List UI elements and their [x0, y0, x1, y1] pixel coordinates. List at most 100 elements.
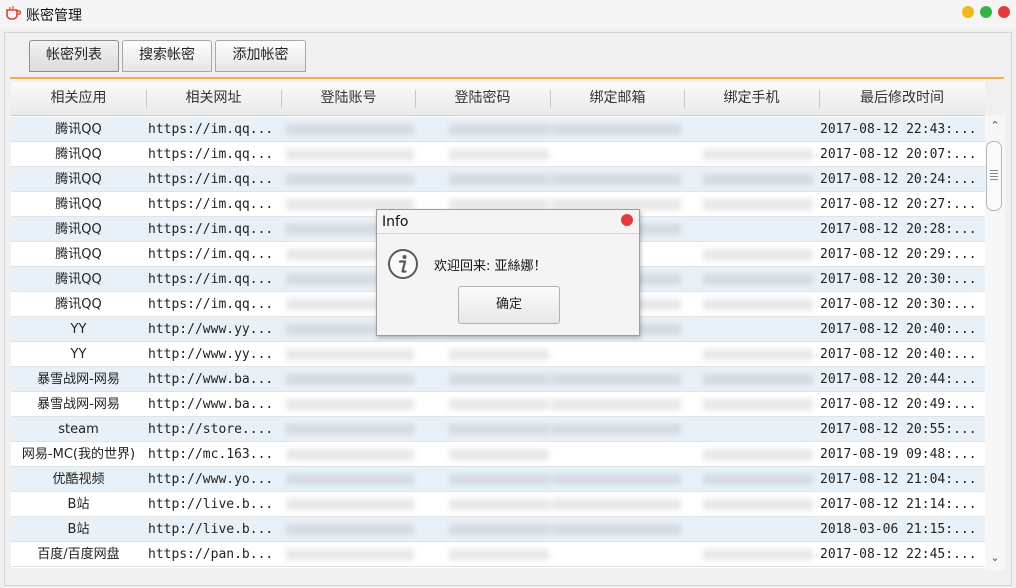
cell-email-redacted: [551, 124, 681, 135]
column-header-email[interactable]: 绑定邮箱: [550, 82, 685, 115]
table-row[interactable]: YY http://www.yy... 2017-08-12 20:40:...: [11, 342, 985, 367]
cell-modified-time: 2017-08-12 20:30:...: [820, 272, 977, 287]
cell-account-redacted: [286, 524, 414, 535]
table-row[interactable]: 腾讯QQ https://im.qq... 2017-08-12 20:07:...: [11, 142, 985, 167]
table-row[interactable]: 腾讯QQ https://im.qq... 2017-08-12 20:24:...: [11, 167, 985, 192]
cell-email-redacted: [551, 424, 681, 435]
close-button[interactable]: [998, 6, 1010, 18]
column-header-url[interactable]: 相关网址: [146, 82, 281, 115]
cell-phone-redacted: [703, 449, 813, 460]
cell-app: B站: [67, 522, 90, 537]
cell-app: 腾讯QQ: [55, 172, 102, 187]
info-icon: [388, 249, 418, 279]
column-header-app[interactable]: 相关应用: [11, 82, 146, 115]
table-row[interactable]: 暴雪战网-网易 http://www.ba... 2017-08-12 20:49:…: [11, 392, 985, 417]
dialog-ok-button[interactable]: 确定: [458, 286, 560, 324]
minimize-button[interactable]: [962, 6, 974, 18]
table-row[interactable]: 网易-MC(我的世界) http://mc.163... 2017-08-19 09…: [11, 442, 985, 467]
cell-phone-redacted: [703, 474, 813, 485]
cell-url: https://im.qq...: [148, 297, 274, 312]
cell-password-redacted: [449, 449, 549, 460]
tab-accent-line: [10, 77, 1004, 79]
scroll-down-arrow-icon[interactable]: ⌄: [986, 550, 1004, 566]
column-header-phone[interactable]: 绑定手机: [684, 82, 819, 115]
cell-account-redacted: [286, 499, 414, 510]
cell-url: http://store....: [148, 422, 274, 437]
tab-account-list[interactable]: 帐密列表: [29, 40, 119, 72]
cell-url: http://www.yy...: [148, 347, 274, 362]
cell-phone-redacted: [703, 299, 813, 310]
cell-email-redacted: [551, 174, 681, 185]
cell-modified-time: 2017-08-12 20:24:...: [820, 172, 977, 187]
cell-url: http://live.b...: [148, 497, 274, 512]
cell-password-redacted: [449, 399, 549, 410]
cell-url: https://im.qq...: [148, 247, 274, 262]
cell-app: 腾讯QQ: [55, 272, 102, 287]
cell-phone-redacted: [703, 349, 813, 360]
tab-search-account[interactable]: 搜索帐密: [122, 40, 212, 72]
cell-app: 腾讯QQ: [55, 147, 102, 162]
cell-modified-time: 2017-08-12 20:07:...: [820, 147, 977, 162]
cell-account-redacted: [286, 399, 414, 410]
maximize-button[interactable]: [980, 6, 992, 18]
column-header-modified-time[interactable]: 最后修改时间: [819, 82, 985, 115]
cell-app: 百度/百度网盘: [37, 547, 120, 562]
cell-phone-redacted: [703, 199, 813, 210]
title-bar: 账密管理: [0, 0, 1016, 28]
cell-password-redacted: [449, 174, 549, 185]
cell-password-redacted: [449, 549, 549, 560]
cell-email-redacted: [551, 474, 681, 485]
cell-app: 腾讯QQ: [55, 197, 102, 212]
table-header: 相关应用 相关网址 登陆账号 登陆密码 绑定邮箱 绑定手机 最后修改时间: [11, 82, 985, 116]
cell-email-redacted: [551, 399, 681, 410]
coffee-cup-icon: [6, 6, 21, 20]
cell-app: B站: [67, 497, 90, 512]
cell-modified-time: 2017-08-12 20:28:...: [820, 222, 977, 237]
cell-app: 优酷视频: [52, 472, 105, 487]
cell-app: 腾讯QQ: [55, 122, 102, 137]
table-row[interactable]: B站 http://live.b... 2018-03-06 21:15:...: [11, 517, 985, 542]
scroll-up-arrow-icon[interactable]: ⌃: [986, 118, 1004, 134]
info-dialog: Info 欢迎回来: 亚絲娜！ 确定: [376, 209, 640, 336]
cell-url: https://im.qq...: [148, 122, 274, 137]
cell-url: http://mc.163...: [148, 447, 274, 462]
cell-phone-redacted: [703, 399, 813, 410]
cell-email-redacted: [551, 524, 681, 535]
cell-account-redacted: [286, 349, 414, 360]
dialog-title: Info: [382, 214, 409, 230]
cell-phone-redacted: [703, 274, 813, 285]
cell-modified-time: 2017-08-12 20:49:...: [820, 397, 977, 412]
cell-phone-redacted: [703, 149, 813, 160]
column-header-password[interactable]: 登陆密码: [415, 82, 550, 115]
table-row[interactable]: 腾讯QQ https://im.qq... 2017-08-12 22:43:...: [11, 117, 985, 142]
cell-url: http://www.yo...: [148, 472, 274, 487]
tab-add-account[interactable]: 添加帐密: [215, 40, 306, 72]
cell-password-redacted: [449, 149, 549, 160]
cell-app: 暴雪战网-网易: [37, 397, 120, 412]
dialog-close-button[interactable]: [621, 214, 633, 226]
cell-password-redacted: [449, 499, 549, 510]
column-header-account[interactable]: 登陆账号: [281, 82, 416, 115]
table-row[interactable]: 暴雪战网-网易 http://www.ba... 2017-08-12 20:44:…: [11, 367, 985, 392]
cell-account-redacted: [286, 149, 414, 160]
cell-url: https://im.qq...: [148, 272, 274, 287]
table-row[interactable]: steam http://store.... 2017-08-12 20:55:..…: [11, 417, 985, 442]
cell-password-redacted: [449, 124, 549, 135]
dialog-message: 欢迎回来: 亚絲娜！: [434, 259, 547, 274]
table-row[interactable]: 优酷视频 http://www.yo... 2017-08-12 21:04:...: [11, 467, 985, 492]
cell-account-redacted: [286, 424, 414, 435]
cell-app: YY: [70, 347, 87, 362]
cell-app: steam: [58, 422, 99, 437]
table-row[interactable]: 百度/百度网盘 https://pan.b... 2017-08-12 22:45:…: [11, 542, 985, 567]
cell-app: 暴雪战网-网易: [37, 372, 120, 387]
cell-url: https://pan.b...: [148, 547, 274, 562]
cell-app: 腾讯QQ: [55, 247, 102, 262]
cell-account-redacted: [286, 549, 414, 560]
cell-app: YY: [70, 322, 87, 337]
window-title: 账密管理: [26, 8, 82, 24]
cell-modified-time: 2017-08-12 20:27:...: [820, 197, 977, 212]
cell-phone-redacted: [703, 374, 813, 385]
cell-account-redacted: [286, 374, 414, 385]
table-row[interactable]: B站 http://live.b... 2017-08-12 21:14:...: [11, 492, 985, 517]
cell-modified-time: 2017-08-12 21:04:...: [820, 472, 977, 487]
